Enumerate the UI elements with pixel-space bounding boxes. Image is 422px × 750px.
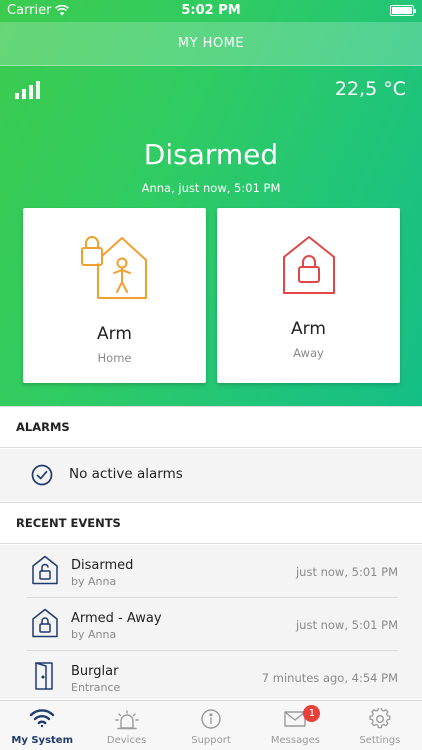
event-time: 7 minutes ago, 4:54 PM [261,671,398,685]
event-item[interactable]: Armed - Away by Anna just now, 5:01 PM [0,598,422,651]
event-title: Armed - Away [71,611,162,626]
arm-home-title: Arm [97,324,132,344]
house-lock-icon [32,608,58,638]
house-lock-icon [282,236,335,294]
event-item[interactable]: Disarmed by Anna just now, 5:01 PM [0,545,422,598]
system-state: Disarmed [143,138,279,171]
alarm-status-row[interactable]: No active alarms [0,449,422,501]
arm-home-button[interactable]: Arm Home [23,208,206,383]
recent-events-header: RECENT EVENTS [0,502,422,544]
status-time: 5:02 PM [181,3,241,18]
tab-label: Support [191,735,231,746]
arm-away-button[interactable]: Arm Away [217,208,400,383]
info-icon [201,709,221,729]
tab-bar: My System Devices Support 1 Messages Set… [0,700,422,750]
alarms-section-header: ALARMS [0,406,422,448]
siren-icon [114,710,139,730]
event-title: Disarmed [71,558,134,573]
signal-strength-icon [15,81,40,99]
wifi-icon [30,709,55,728]
event-title: Burglar [71,664,119,679]
house-unlock-icon [32,555,58,585]
recent-events-list: Disarmed by Anna just now, 5:01 PM Armed… [0,545,422,699]
event-subtitle: Entrance [71,681,121,694]
tab-label: My System [11,735,73,746]
arm-away-title: Arm [291,319,326,339]
event-time: just now, 5:01 PM [295,565,398,579]
tab-label: Settings [359,735,401,746]
arm-home-subtitle: Home [97,351,132,365]
alarm-status-text: No active alarms [69,466,183,482]
tab-settings[interactable]: Settings [338,701,422,750]
tab-devices[interactable]: Devices [84,701,168,750]
tab-label: Messages [270,735,320,746]
page-title: MY HOME [177,36,245,51]
gear-icon [369,708,391,729]
event-subtitle: by Anna [71,628,117,641]
event-item[interactable]: Burglar Entrance 7 minutes ago, 4:54 PM [0,651,422,699]
tab-messages[interactable]: 1 Messages [253,701,337,750]
tab-support[interactable]: Support [169,701,253,750]
house-person-lock-icon [80,236,147,299]
status-bar: Carrier 5:02 PM [0,0,422,22]
nav-bar: MY HOME [0,22,422,66]
door-icon [35,662,53,690]
tab-my-system[interactable]: My System [0,701,84,750]
event-time: just now, 5:01 PM [295,618,398,632]
temperature-reading: 22,5 °C [334,78,406,100]
system-state-detail: Anna, just now, 5:01 PM [141,181,281,195]
battery-icon [390,5,416,16]
arm-away-subtitle: Away [293,346,324,360]
event-subtitle: by Anna [71,575,117,588]
tab-label: Devices [106,735,147,746]
check-circle-icon [31,464,53,486]
